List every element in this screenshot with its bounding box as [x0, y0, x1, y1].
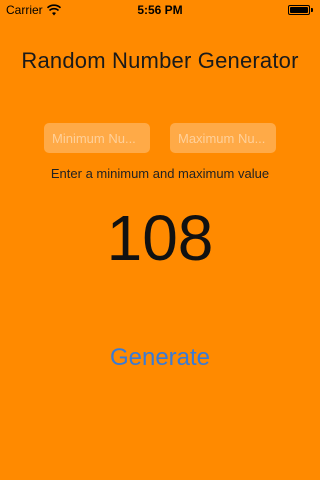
maximum-number-input[interactable] — [170, 123, 276, 153]
page-title: Random Number Generator — [21, 48, 299, 73]
app-screen: Carrier 5:56 PM Random Number Generator … — [0, 0, 320, 480]
battery-icon — [288, 4, 314, 16]
status-time: 5:56 PM — [137, 3, 183, 17]
minimum-number-input[interactable] — [44, 123, 150, 153]
battery-body — [288, 5, 310, 15]
battery-fill — [290, 7, 308, 13]
instruction-text: Enter a minimum and maximum value — [50, 166, 270, 181]
battery-tip — [311, 8, 313, 12]
random-number-result: 108 — [106, 202, 214, 274]
status-bar: Carrier 5:56 PM — [0, 0, 320, 20]
generate-button[interactable]: Generate — [60, 340, 260, 376]
